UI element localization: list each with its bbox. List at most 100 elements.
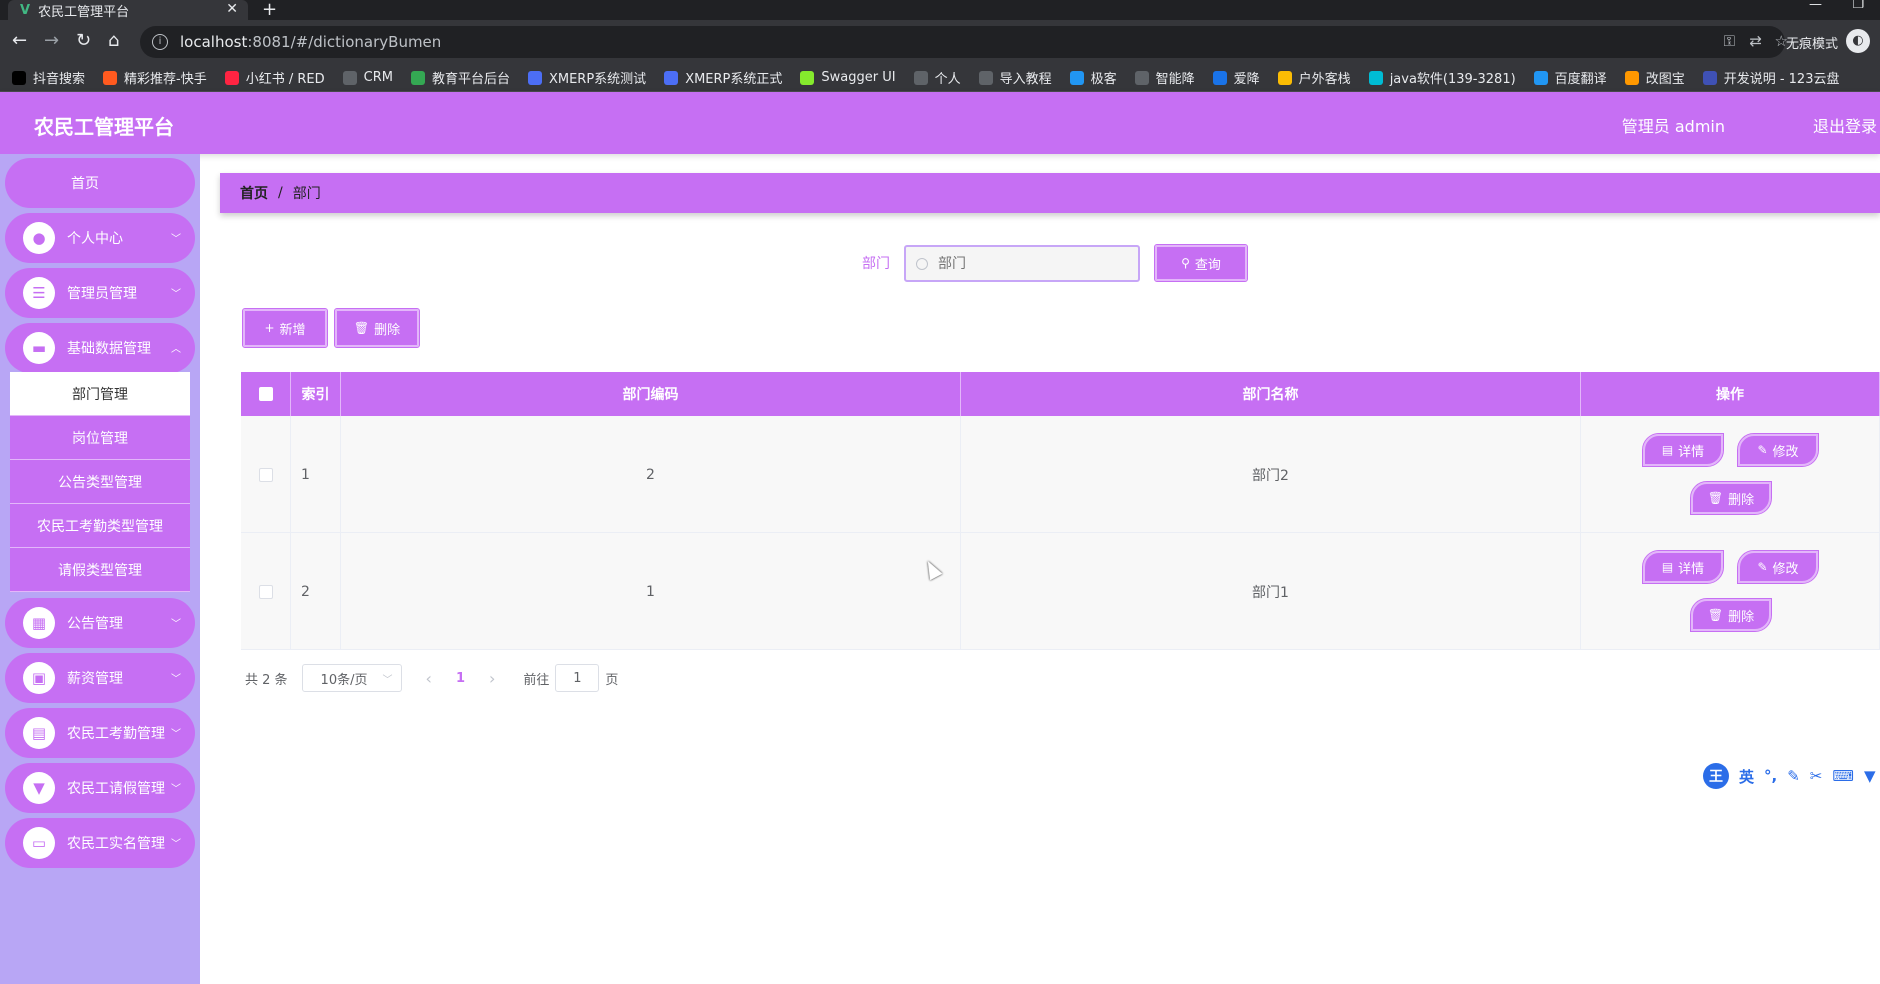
- goto-page-input[interactable]: 1: [555, 664, 600, 692]
- prev-page-icon[interactable]: ‹: [426, 669, 432, 688]
- bookmarks-bar: 抖音搜索 精彩推荐-快手 小红书 / RED CRM 教育平台后台 XMERP系统测试 XM…: [0, 64, 1880, 92]
- bookmark-item[interactable]: 户外客栈: [1277, 68, 1351, 87]
- bookmark-label: Swagger UI: [821, 70, 896, 85]
- delete-button[interactable]: 🗑 删除: [1690, 598, 1772, 632]
- bookmark-item[interactable]: 导入教程: [978, 68, 1052, 87]
- site-info-icon[interactable]: i: [152, 34, 168, 50]
- detail-button[interactable]: ▤ 详情: [1642, 433, 1724, 467]
- bulk-delete-button[interactable]: 🗑 删除: [334, 308, 420, 348]
- ime-mode[interactable]: 英: [1739, 766, 1754, 787]
- department-table: 索引 部门编码 部门名称 操作 1 2 部门2 ▤ 详情 ✎ 修改 🗑 删除 2 1 …: [241, 372, 1880, 650]
- ime-scissors-icon[interactable]: ✂: [1810, 767, 1823, 785]
- bookmark-item[interactable]: CRM: [342, 70, 393, 85]
- ime-skin-icon[interactable]: ▼: [1864, 767, 1876, 785]
- delete-button[interactable]: 🗑 删除: [1690, 481, 1772, 515]
- add-button[interactable]: + 新增: [242, 308, 328, 348]
- index-cell: 1: [291, 416, 341, 533]
- chevron-down-icon: ﹀: [171, 619, 181, 630]
- sidebar-item-home[interactable]: 首页: [5, 158, 195, 208]
- breadcrumb-separator: /: [278, 185, 283, 201]
- sidebar-subitem-notice-type[interactable]: 公告类型管理: [10, 460, 190, 504]
- page-size-select[interactable]: 10条/页 ﹀: [301, 664, 402, 692]
- new-tab-icon[interactable]: +: [262, 0, 277, 20]
- sidebar-item-salary[interactable]: ▣ 薪资管理 ﹀: [5, 653, 195, 703]
- bookmark-item[interactable]: java软件(139-3281): [1368, 68, 1516, 87]
- query-button[interactable]: ⚲ 查询: [1154, 244, 1248, 282]
- bookmark-label: 智能降: [1155, 72, 1195, 87]
- ime-logo-icon[interactable]: 王: [1703, 763, 1729, 789]
- bookmark-item[interactable]: 抖音搜索: [12, 68, 85, 87]
- chevron-down-icon: ﹀: [171, 839, 181, 850]
- bookmark-item[interactable]: XMERP系统正式: [664, 68, 782, 87]
- breadcrumb-home[interactable]: 首页: [240, 183, 268, 203]
- pagination: 共 2 条 10条/页 ﹀ ‹ 1 › 前往 1 页: [245, 664, 618, 692]
- sidebar-item-notice[interactable]: ▦ 公告管理 ﹀: [5, 598, 195, 648]
- breadcrumb: 首页 / 部门: [220, 173, 1880, 213]
- pagination-total: 共 2 条: [245, 672, 288, 688]
- bookmark-label: 改图宝: [1645, 72, 1685, 87]
- ime-pen-icon[interactable]: ✎: [1787, 767, 1800, 785]
- bookmark-item[interactable]: 极客: [1069, 68, 1117, 87]
- row-checkbox[interactable]: [258, 584, 273, 599]
- restore-icon[interactable]: ❐: [1852, 0, 1864, 12]
- bookmark-label: 户外客栈: [1298, 72, 1351, 87]
- bookmark-item[interactable]: 精彩推荐-快手: [103, 68, 207, 87]
- bookmark-item[interactable]: 开发说明 - 123云盘: [1702, 68, 1839, 87]
- sidebar-item-admin-management[interactable]: ☰ 管理员管理 ﹀: [5, 268, 195, 318]
- bookmark-item[interactable]: 百度翻译: [1533, 68, 1607, 87]
- name-cell: 部门1: [961, 533, 1581, 650]
- back-icon[interactable]: ←: [12, 30, 27, 51]
- detail-button[interactable]: ▤ 详情: [1642, 550, 1724, 584]
- row-checkbox[interactable]: [258, 467, 273, 482]
- edit-button[interactable]: ✎ 修改: [1737, 550, 1819, 584]
- forward-icon[interactable]: →: [44, 30, 59, 51]
- bookmark-label: 教育平台后台: [431, 72, 510, 87]
- sidebar-item-attendance[interactable]: ▤ 农民工考勤管理 ﹀: [5, 708, 195, 758]
- bookmark-item[interactable]: 教育平台后台: [410, 68, 510, 87]
- actions-cell: ▤ 详情 ✎ 修改 🗑 删除: [1581, 533, 1880, 650]
- sidebar-item-basic-data[interactable]: ▬ 基础数据管理 ︿: [5, 323, 195, 373]
- minimize-icon[interactable]: —: [1809, 0, 1822, 12]
- search-icon: ⚲: [1181, 256, 1190, 270]
- bookmark-item[interactable]: 个人: [913, 68, 961, 87]
- ime-keyboard-icon[interactable]: ⌨: [1832, 767, 1854, 785]
- edit-button-label: 修改: [1772, 444, 1799, 460]
- search-input[interactable]: [938, 255, 1118, 272]
- sidebar-item-label: 薪资管理: [67, 671, 123, 687]
- address-bar-row: ← → ↻ ⌂ i localhost :8081/#/dictionaryBu…: [0, 20, 1880, 64]
- current-page[interactable]: 1: [456, 671, 465, 686]
- url-input[interactable]: i localhost :8081/#/dictionaryBumen: [140, 26, 1785, 58]
- bookmark-item[interactable]: Swagger UI: [800, 70, 896, 85]
- sidebar-item-realname[interactable]: ▭ 农民工实名管理 ﹀: [5, 818, 195, 868]
- translate-icon[interactable]: ⇄: [1749, 32, 1762, 50]
- grid-icon: ▦: [23, 607, 55, 639]
- bookmark-favicon-icon: [1368, 70, 1383, 85]
- select-all-checkbox[interactable]: [258, 387, 273, 401]
- bookmark-item[interactable]: 智能降: [1134, 68, 1195, 87]
- sidebar-subitem-attendance-type[interactable]: 农民工考勤类型管理: [10, 504, 190, 548]
- bookmark-item[interactable]: 小红书 / RED: [224, 68, 325, 87]
- key-icon[interactable]: ⚿: [1724, 32, 1735, 50]
- url-host: localhost: [180, 33, 248, 51]
- bookmark-item[interactable]: 爱降: [1212, 68, 1260, 87]
- sidebar-subitem-department[interactable]: 部门管理: [10, 372, 190, 416]
- sidebar-subitem-leave-type[interactable]: 请假类型管理: [10, 548, 190, 592]
- bookmark-item[interactable]: 改图宝: [1624, 68, 1685, 87]
- ime-punctuation-icon[interactable]: °,: [1764, 767, 1777, 785]
- incognito-icon[interactable]: ◐: [1846, 29, 1870, 53]
- browser-tab[interactable]: V 农民工管理平台 ✕: [8, 0, 248, 20]
- reload-icon[interactable]: ↻: [76, 30, 91, 51]
- home-icon[interactable]: ⌂: [108, 30, 119, 51]
- logout-link[interactable]: 退出登录: [1813, 113, 1877, 137]
- chevron-down-icon: ﹀: [171, 674, 181, 685]
- sidebar-item-personal-center[interactable]: ● 个人中心 ﹀: [5, 213, 195, 263]
- edit-button[interactable]: ✎ 修改: [1737, 433, 1819, 467]
- search-field[interactable]: [904, 245, 1140, 282]
- close-tab-icon[interactable]: ✕: [226, 1, 238, 17]
- sidebar-item-leave[interactable]: ▼ 农民工请假管理 ﹀: [5, 763, 195, 813]
- next-page-icon[interactable]: ›: [489, 669, 495, 688]
- bookmark-item[interactable]: XMERP系统测试: [527, 68, 646, 87]
- trash-icon: 🗑: [1707, 608, 1724, 622]
- code-cell: 2: [341, 416, 961, 533]
- sidebar-subitem-position[interactable]: 岗位管理: [10, 416, 190, 460]
